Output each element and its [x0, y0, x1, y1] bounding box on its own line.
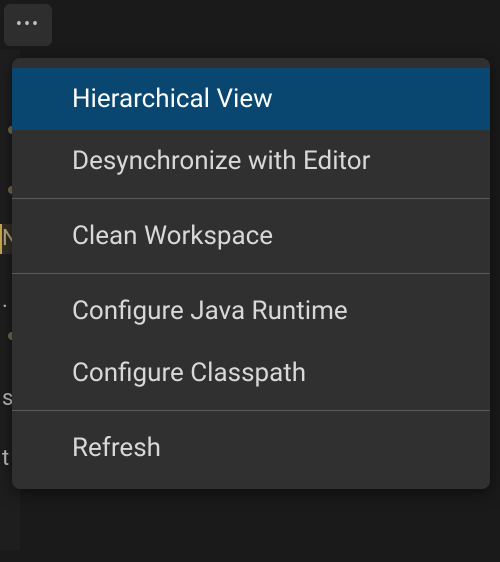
menu-separator [12, 273, 490, 274]
menu-item-hierarchical-view[interactable]: Hierarchical View [12, 68, 490, 130]
menu-item-label: Refresh [72, 433, 161, 463]
bg-char: t [2, 446, 9, 471]
menu-item-refresh[interactable]: Refresh [12, 417, 490, 479]
menu-item-clean-workspace[interactable]: Clean Workspace [12, 205, 490, 267]
menu-separator [12, 198, 490, 199]
ellipsis-icon: ••• [16, 16, 40, 34]
menu-item-label: Desynchronize with Editor [72, 146, 370, 176]
menu-item-label: Clean Workspace [72, 221, 273, 251]
menu-item-label: Hierarchical View [72, 84, 273, 114]
menu-separator [12, 410, 490, 411]
menu-item-configure-classpath[interactable]: Configure Classpath [12, 342, 490, 404]
menu-item-desynchronize[interactable]: Desynchronize with Editor [12, 130, 490, 192]
bg-char: . [2, 288, 8, 313]
more-actions-button[interactable]: ••• [4, 4, 52, 46]
menu-item-label: Configure Classpath [72, 358, 306, 388]
menu-item-configure-runtime[interactable]: Configure Java Runtime [12, 280, 490, 342]
context-menu: Hierarchical View Desynchronize with Edi… [12, 58, 490, 489]
menu-item-label: Configure Java Runtime [72, 296, 348, 326]
